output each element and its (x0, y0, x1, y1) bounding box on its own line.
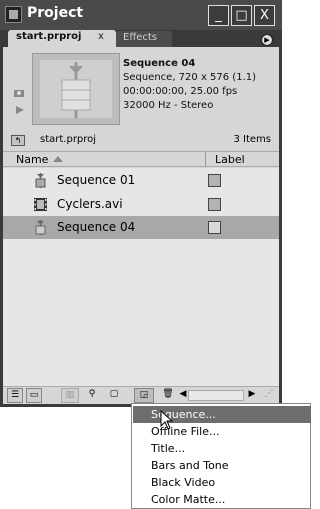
sequence-icon (35, 220, 46, 235)
title-bar[interactable]: Project _ □ X (0, 0, 282, 30)
item-name: Sequence 04 (57, 220, 136, 234)
path-bar: ↰ start.prproj 3 Items (3, 133, 279, 149)
tab-project[interactable]: start.prproj x (8, 30, 116, 47)
find-icon[interactable]: ⚲ (83, 388, 101, 403)
preview-area: Sequence 04 Sequence, 720 x 576 (1.1) 00… (3, 47, 279, 131)
tab-effects-label: Effects (123, 32, 157, 43)
menu-item-black-video[interactable]: Black Video (133, 474, 311, 491)
film-icon (34, 198, 47, 211)
column-divider[interactable] (205, 152, 206, 167)
tab-project-label: start.prproj (16, 31, 82, 42)
items-count: 3 Items (233, 134, 271, 145)
trash-icon[interactable]: 🗑 (160, 388, 176, 403)
project-window: Project _ □ X start.prproj x Effects ▶ S… (0, 0, 282, 407)
list-item[interactable]: Sequence 01 (3, 169, 279, 192)
tab-effects[interactable]: Effects (116, 31, 172, 47)
resize-grip-icon[interactable]: ⋰ (263, 388, 275, 403)
name-column-header[interactable]: Name (16, 153, 48, 166)
sequence-icon (35, 173, 46, 188)
app-icon (5, 6, 22, 23)
label-swatch[interactable] (208, 221, 221, 234)
horizontal-scrollbar[interactable] (188, 390, 244, 401)
folder-up-icon[interactable]: ↰ (11, 135, 25, 146)
icon-view-icon[interactable]: ▭ (26, 388, 42, 403)
panel-menu-icon[interactable]: ▶ (261, 34, 273, 46)
maximize-button[interactable]: □ (231, 5, 252, 26)
play-icon[interactable] (15, 105, 25, 115)
bottom-toolbar: ☰ ▭ ▥ ⚲ ▢ ◲ 🗑 ◀ ▶ ⋰ (3, 386, 279, 404)
camera-icon[interactable] (13, 87, 25, 99)
list-view-icon[interactable]: ☰ (7, 388, 23, 403)
clip-name: Sequence 04 (123, 58, 196, 69)
item-name: Sequence 01 (57, 173, 136, 187)
list-item-selected[interactable]: Sequence 04 (3, 216, 279, 239)
sequence-thumbnail-icon (61, 62, 91, 118)
label-swatch[interactable] (208, 198, 221, 211)
minimize-button[interactable]: _ (208, 5, 229, 26)
new-item-icon[interactable]: ◲ (134, 388, 154, 403)
item-name: Cyclers.avi (57, 197, 123, 211)
column-headers: Name Label (3, 151, 279, 167)
tab-close-icon[interactable]: x (98, 31, 104, 42)
menu-item-title[interactable]: Title... (133, 440, 311, 457)
window-title: Project (27, 5, 84, 21)
mouse-cursor-icon (160, 410, 174, 430)
menu-item-color-matte[interactable]: Color Matte... (133, 491, 311, 508)
automate-to-sequence-icon[interactable]: ▥ (61, 388, 79, 403)
new-item-menu: Sequence... Offline File... Title... Bar… (131, 403, 311, 509)
project-panel: Sequence 04 Sequence, 720 x 576 (1.1) 00… (3, 47, 279, 404)
scroll-right-icon[interactable]: ▶ (246, 388, 258, 403)
preview-thumbnail (32, 53, 120, 125)
tab-bar: start.prproj x Effects ▶ (3, 30, 279, 47)
new-bin-icon[interactable]: ▢ (105, 388, 123, 403)
sort-ascending-icon (53, 156, 63, 162)
close-button[interactable]: X (254, 5, 275, 26)
project-path: start.prproj (40, 134, 97, 145)
item-list: Sequence 01 Cyclers.avi Sequence 04 (3, 168, 279, 388)
clip-format: Sequence, 720 x 576 (1.1) (123, 72, 257, 83)
clip-info: Sequence 04 Sequence, 720 x 576 (1.1) 00… (123, 57, 256, 113)
clip-timecode: 00:00:00:00, 25.00 fps (123, 86, 238, 97)
menu-item-bars-and-tone[interactable]: Bars and Tone (133, 457, 311, 474)
label-swatch[interactable] (208, 174, 221, 187)
clip-audio: 32000 Hz - Stereo (123, 100, 214, 111)
label-column-header[interactable]: Label (215, 153, 245, 166)
list-item[interactable]: Cyclers.avi (3, 193, 279, 216)
